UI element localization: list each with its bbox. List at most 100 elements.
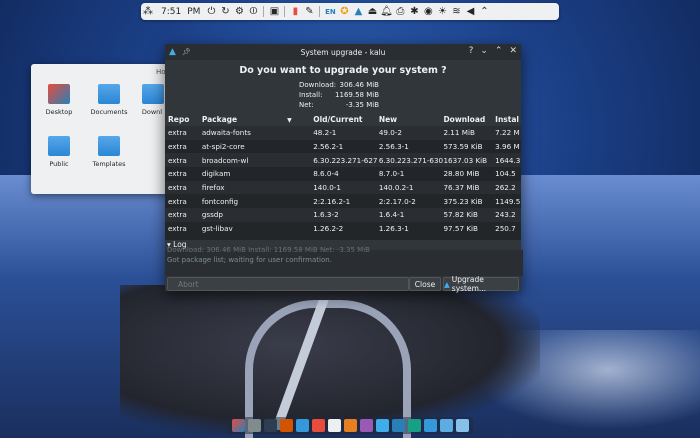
terminal-icon[interactable] <box>263 419 277 432</box>
cell-download-size: 76.37 MiB <box>443 183 480 193</box>
dialog-button-bar: Abort Close ▲ Upgrade system... <box>165 275 521 293</box>
arch-update-icon[interactable]: ▲ <box>351 3 365 20</box>
brightness-icon[interactable]: ☀ <box>435 3 449 20</box>
desktop-folder[interactable]: Desktop <box>36 84 82 116</box>
public-folder[interactable]: Public <box>36 136 82 168</box>
bluetooth-icon[interactable]: ✱ <box>407 3 421 20</box>
cell-new-version: 1.6.4-1 <box>378 210 405 220</box>
table-row[interactable]: extra adwaita-fonts 48.2-1 49.0-2 2.11 MiB 7.… <box>165 126 521 140</box>
cell-package: gst-libav <box>201 224 233 234</box>
templates-folder-icon <box>98 136 120 156</box>
log-line: Got package list; waiting for user confi… <box>167 256 332 264</box>
arch-icon[interactable] <box>423 419 437 432</box>
abort-button[interactable]: Abort <box>167 277 409 291</box>
browser-icon[interactable] <box>327 419 341 432</box>
cell-old-version: 140.0-1 <box>313 183 341 193</box>
column-header-new[interactable]: New <box>379 115 444 124</box>
media-icon[interactable] <box>311 419 325 432</box>
desktop-folder-icon <box>48 84 70 104</box>
cell-download-size: 2.11 MiB <box>443 128 475 138</box>
table-row[interactable]: extra digikam 8.6.0-4 8.7.0-1 28.80 MiB 104.5 <box>165 167 521 181</box>
files-icon[interactable] <box>295 419 309 432</box>
cell-download-size: 375.23 KiB <box>443 196 483 206</box>
eye-icon[interactable]: ◉ <box>421 3 435 20</box>
cell-install-size: 3.96 M <box>495 142 520 152</box>
sync-icon[interactable]: ⏻ <box>204 3 218 20</box>
folder-icon[interactable] <box>391 419 405 432</box>
discover-icon[interactable] <box>375 419 389 432</box>
arch-logo-icon: ▲ <box>444 279 450 289</box>
power-icon[interactable]: ⏼ <box>246 3 260 20</box>
column-header-old[interactable]: Old/Current <box>313 115 379 124</box>
volume-icon[interactable]: ◀ <box>463 3 477 20</box>
cell-repo: extra <box>168 155 187 165</box>
table-row[interactable]: extra fontconfig 2:2.16.2-1 2:2.17.0-2 375.2… <box>165 194 521 208</box>
dialog-titlebar[interactable]: ▲ 📌︎ System upgrade - kalu ? ⌄ ⌃ ✕ <box>165 44 521 60</box>
column-header-download[interactable]: Download <box>443 115 495 124</box>
clock-ampm: PM <box>187 6 201 17</box>
summary-key: Download: <box>299 81 337 89</box>
refresh-icon[interactable]: ↻ <box>218 3 232 20</box>
close-button[interactable]: Close <box>409 277 441 291</box>
notes-icon[interactable]: ✎ <box>302 3 316 20</box>
panel-expand-icon[interactable]: ⌃ <box>477 3 491 20</box>
table-row[interactable]: extra at-spi2-core 2.56.2-1 2.56.3-1 573.59 … <box>165 140 521 154</box>
log-area[interactable]: Download: 306.46 MiB Install: 1169.58 Mi… <box>165 246 523 276</box>
table-row[interactable]: extra gssdp 1.6.3-2 1.6.4-1 57.82 KiB 243.2 <box>165 208 521 222</box>
settings-icon[interactable] <box>407 419 421 432</box>
panel-separator <box>319 6 321 17</box>
cell-old-version: 1.26.2-2 <box>313 224 344 234</box>
kde-connect-icon[interactable]: ✪ <box>337 3 351 20</box>
window-list-icon[interactable] <box>247 419 261 432</box>
red-app-icon[interactable]: ▮ <box>288 3 302 20</box>
workspace-icon[interactable] <box>455 419 469 432</box>
cell-new-version: 2:2.17.0-2 <box>378 196 416 206</box>
table-row[interactable]: extra firefox 140.0-1 140.0.2-1 76.37 MiB 262… <box>165 180 521 195</box>
vlc-icon[interactable] <box>279 419 293 432</box>
close-icon[interactable]: ✕ <box>509 46 517 56</box>
firefox-icon[interactable] <box>343 419 357 432</box>
cell-package: digikam <box>201 169 231 179</box>
cell-new-version: 2.56.3-1 <box>378 142 409 152</box>
keyboard-layout[interactable]: EN <box>323 3 337 20</box>
documents-folder-icon <box>98 84 120 104</box>
printer-icon[interactable]: ⎙ <box>393 3 407 20</box>
table-row[interactable]: extra gst-libav 1.26.2-2 1.26.3-1 97.57 KiB 2… <box>165 222 521 236</box>
cell-download-size: 57.82 KiB <box>443 210 478 220</box>
package-table: Repo Package ▼ Old/Current New Download I… <box>165 112 521 240</box>
column-header-install[interactable]: Instal <box>495 115 521 124</box>
help-icon[interactable]: ? <box>469 46 474 56</box>
eject-icon[interactable]: ⏏ <box>365 3 379 20</box>
table-header: Repo Package ▼ Old/Current New Download I… <box>165 112 521 126</box>
documents-folder[interactable]: Documents <box>86 84 132 116</box>
table-row[interactable]: extra broadcom-wl 6.30.223.271-627 6.30.223… <box>165 153 521 168</box>
cell-repo: extra <box>168 196 187 206</box>
cell-install-size: 262.2 <box>495 183 516 193</box>
clock-time[interactable]: 7:51 <box>155 3 187 20</box>
settings-icon[interactable]: ⚙ <box>232 3 246 20</box>
cell-new-version: 8.7.0-1 <box>378 169 405 179</box>
upgrade-system-button[interactable]: ▲ Upgrade system... <box>443 275 519 293</box>
maximize-icon[interactable]: ⌃ <box>495 46 503 56</box>
cell-new-version: 1.26.3-1 <box>378 224 409 234</box>
templates-folder[interactable]: Templates <box>86 136 132 168</box>
wifi-icon[interactable]: ≋ <box>449 3 463 20</box>
app-icon[interactable] <box>359 419 373 432</box>
cell-package: at-spi2-core <box>201 142 245 152</box>
minimize-icon[interactable]: ⌄ <box>480 46 488 56</box>
panel-separator <box>284 6 286 17</box>
network-icon[interactable]: ⁂ <box>141 3 155 20</box>
column-header-package[interactable]: Package ▼ <box>202 115 313 124</box>
bottom-dock <box>0 413 700 438</box>
cell-download-size: 1637.03 KiB <box>443 155 488 165</box>
folder-label: Templates <box>92 160 126 168</box>
column-header-repo[interactable]: Repo <box>165 115 202 124</box>
cell-old-version: 2.56.2-1 <box>313 142 344 152</box>
system-upgrade-dialog: ▲ 📌︎ System upgrade - kalu ? ⌄ ⌃ ✕ Do yo… <box>165 44 523 293</box>
cell-old-version: 6.30.223.271-627 <box>313 155 378 165</box>
downloads-folder-icon <box>142 84 164 104</box>
calculator-icon[interactable]: ▣ <box>267 3 281 20</box>
workspace-icon[interactable] <box>439 419 453 432</box>
bell-icon[interactable]: 🔔︎ <box>379 3 393 20</box>
show-desktop-icon[interactable] <box>231 419 245 432</box>
